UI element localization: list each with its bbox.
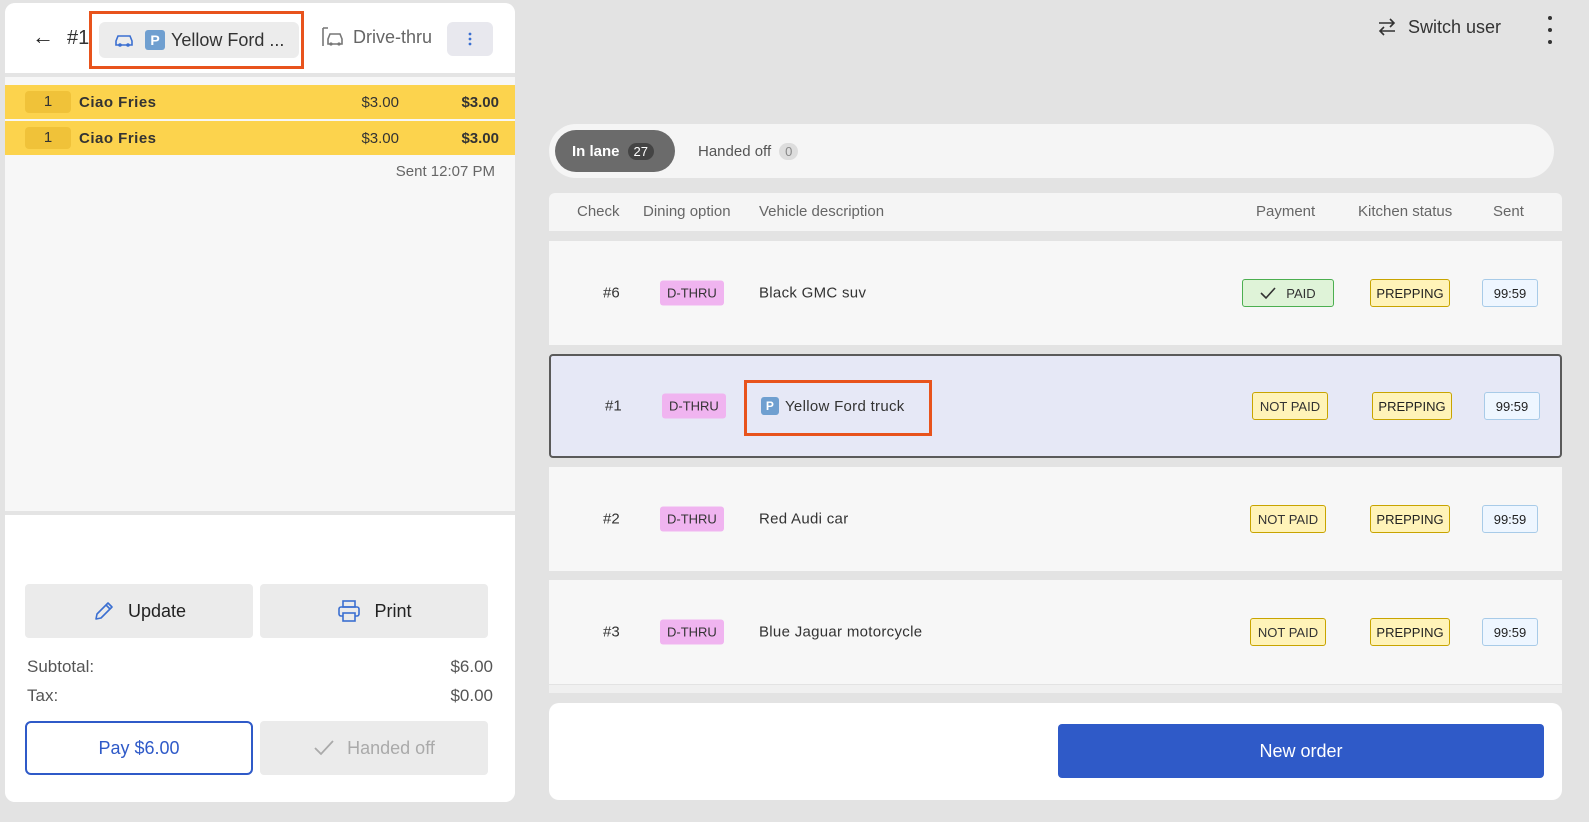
column-header-sent: Sent — [1493, 203, 1524, 220]
vehicle-description: P Yellow Ford truck — [761, 397, 905, 415]
order-item-row[interactable]: 1 Ciao Fries $3.00 $3.00 — [5, 85, 515, 119]
check-number: #3 — [603, 623, 620, 641]
pay-button[interactable]: Pay $6.00 — [25, 721, 253, 775]
tax-value: $0.00 — [450, 686, 493, 705]
item-quantity: 1 — [25, 91, 71, 113]
order-items-list: 1 Ciao Fries $3.00 $3.00 1 Ciao Fries $3… — [5, 85, 515, 180]
column-header-dining: Dining option — [643, 203, 731, 220]
overflow-menu-icon[interactable] — [1540, 16, 1560, 44]
check-number: #2 — [603, 510, 620, 528]
payment-status-badge: NOT PAID — [1250, 618, 1326, 646]
item-name: Ciao Fries — [79, 129, 157, 147]
subtotal-row: Subtotal: $6.00 — [27, 657, 493, 677]
column-header-vehicle: Vehicle description — [759, 203, 885, 220]
lane-tabs: In lane 27 Handed off 0 — [549, 124, 1554, 178]
item-name: Ciao Fries — [79, 93, 157, 111]
pencil-icon — [95, 602, 113, 620]
vehicle-chip[interactable]: P Yellow Ford ... — [99, 22, 299, 58]
column-header-payment: Payment — [1256, 203, 1316, 220]
swap-arrows-icon — [1378, 18, 1396, 36]
payment-status-badge: NOT PAID — [1252, 392, 1328, 420]
new-order-button[interactable]: New order — [1058, 724, 1544, 778]
sent-time: Sent 12:07 PM — [395, 163, 495, 180]
handed-off-button: Handed off — [260, 721, 488, 775]
subtotal-label: Subtotal: — [27, 657, 95, 676]
tax-label: Tax: — [27, 686, 59, 705]
update-button[interactable]: Update — [25, 584, 253, 638]
item-price: $3.00 — [361, 129, 399, 147]
vehicle-description-text: Yellow Ford truck — [785, 397, 905, 415]
table-row[interactable]: #3 D-THRU Blue Jaguar motorcycle NOT PAI… — [549, 580, 1562, 684]
tab-handed-off[interactable]: Handed off 0 — [698, 130, 799, 172]
table-row[interactable]: #2 D-THRU Red Audi car NOT PAID PREPPING… — [549, 467, 1562, 571]
kitchen-status-badge: PREPPING — [1372, 392, 1452, 420]
car-icon — [115, 35, 133, 47]
printer-icon — [338, 600, 361, 622]
switch-user-button[interactable]: Switch user — [1376, 16, 1501, 38]
vehicle-description: Black GMC suv — [759, 284, 867, 302]
order-footer: Update Print Subtotal: $6.00 Tax: $0.00 … — [5, 511, 515, 802]
print-label: Print — [374, 600, 412, 621]
parking-icon: P — [145, 30, 165, 50]
dining-option[interactable]: Drive-thru — [321, 25, 432, 49]
parking-icon: P — [761, 397, 779, 415]
order-header: ← #1 P Yellow Ford ... Drive-thru — [5, 3, 515, 77]
dining-option-label: Drive-thru — [353, 26, 433, 47]
kitchen-status-badge: PREPPING — [1370, 505, 1450, 533]
more-options-button[interactable] — [447, 22, 493, 56]
back-arrow-icon[interactable]: ← — [29, 23, 57, 51]
checkmark-icon — [314, 740, 334, 756]
drive-thru-icon — [322, 27, 343, 46]
order-detail-panel: ← #1 P Yellow Ford ... Drive-thru 1 Ciao… — [5, 3, 515, 802]
tab-label: Handed off — [698, 142, 772, 160]
vehicle-description: Red Audi car — [759, 510, 849, 528]
vehicle-description: Blue Jaguar motorcycle — [759, 623, 923, 641]
table-row[interactable]: #6 D-THRU Black GMC suv PAID PREPPING 99… — [549, 241, 1562, 345]
check-number: #6 — [603, 284, 620, 302]
item-total: $3.00 — [461, 129, 499, 147]
payment-status-badge: PAID — [1242, 279, 1334, 307]
sent-timer: 99:59 — [1482, 618, 1538, 646]
payment-status-badge: NOT PAID — [1250, 505, 1326, 533]
dining-badge: D-THRU — [660, 280, 724, 306]
print-button[interactable]: Print — [260, 584, 488, 638]
subtotal-value: $6.00 — [450, 657, 493, 676]
next-row-edge — [549, 685, 1562, 693]
checkmark-icon — [1260, 286, 1276, 299]
check-number: #1 — [605, 397, 622, 415]
handed-off-label: Handed off — [347, 737, 435, 758]
sent-timer: 99:59 — [1484, 392, 1540, 420]
item-total: $3.00 — [461, 93, 499, 111]
order-item-row[interactable]: 1 Ciao Fries $3.00 $3.00 — [5, 121, 515, 155]
item-quantity: 1 — [25, 127, 71, 149]
payment-status-label: PAID — [1286, 285, 1316, 301]
count-badge: 27 — [627, 142, 654, 160]
sent-timer: 99:59 — [1482, 505, 1538, 533]
item-price: $3.00 — [361, 93, 399, 111]
dining-badge: D-THRU — [660, 506, 724, 532]
tab-in-lane[interactable]: In lane 27 — [555, 130, 675, 172]
kitchen-status-badge: PREPPING — [1370, 279, 1450, 307]
vertical-dots-icon — [468, 32, 472, 46]
table-row-selected[interactable]: #1 D-THRU P Yellow Ford truck NOT PAID P… — [549, 354, 1562, 458]
count-badge: 0 — [779, 142, 799, 160]
update-label: Update — [127, 600, 187, 621]
tab-label: In lane — [572, 142, 620, 160]
dining-badge: D-THRU — [660, 619, 724, 645]
orders-table-header: Check Dining option Vehicle description … — [549, 193, 1562, 231]
dining-badge: D-THRU — [662, 393, 726, 419]
bottom-action-bar: New order — [549, 703, 1562, 800]
kitchen-status-badge: PREPPING — [1370, 618, 1450, 646]
vehicle-chip-label: Yellow Ford ... — [171, 29, 285, 50]
column-header-check: Check — [577, 203, 620, 220]
check-number: #1 — [67, 27, 90, 49]
sent-timer: 99:59 — [1482, 279, 1538, 307]
switch-user-label: Switch user — [1408, 16, 1502, 37]
tax-row: Tax: $0.00 — [27, 686, 493, 706]
column-header-kitchen: Kitchen status — [1358, 203, 1453, 220]
